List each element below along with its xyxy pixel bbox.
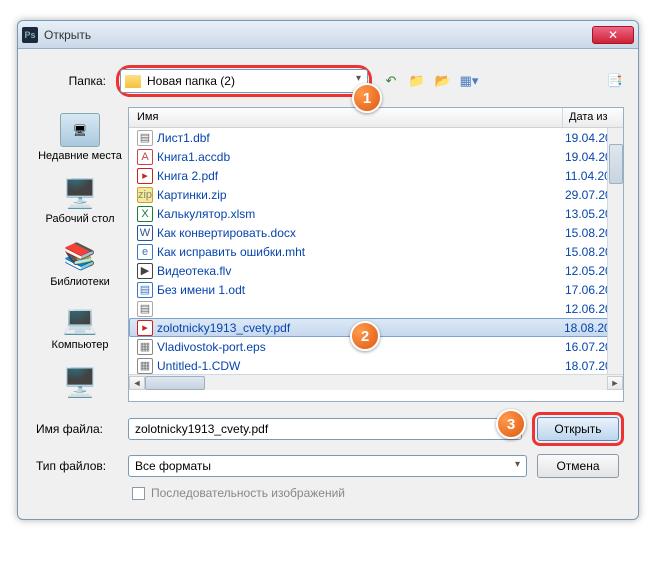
file-name: Книга1.accdb bbox=[157, 150, 565, 164]
place-network[interactable]: 🖥️ bbox=[32, 365, 128, 402]
filename-label: Имя файла: bbox=[32, 422, 128, 436]
annotation-bubble-3: 3 bbox=[496, 409, 526, 439]
sequence-label: Последовательность изображений bbox=[151, 486, 345, 500]
file-item[interactable]: ▸Книга 2.pdf11.04.20 bbox=[129, 166, 623, 185]
file-type-icon: A bbox=[137, 149, 153, 165]
file-name: Видеотека.flv bbox=[157, 264, 565, 278]
file-type-icon: ▤ bbox=[137, 282, 153, 298]
annotation-highlight-open: Открыть bbox=[532, 412, 624, 446]
place-computer[interactable]: 💻 Компьютер bbox=[32, 302, 128, 351]
cancel-button[interactable]: Отмена bbox=[537, 454, 619, 478]
file-item[interactable]: XКалькулятор.xlsm13.05.20 bbox=[129, 204, 623, 223]
file-name: Untitled-1.CDW bbox=[157, 359, 565, 373]
back-icon[interactable]: ↶ bbox=[382, 72, 400, 90]
file-type-icon: ▤ bbox=[137, 130, 153, 146]
col-date-header[interactable]: Дата из bbox=[563, 108, 623, 127]
filetype-combo[interactable]: Все форматы bbox=[128, 455, 527, 477]
folder-value: Новая папка (2) bbox=[147, 74, 235, 88]
file-name: Картинки.zip bbox=[157, 188, 565, 202]
file-type-icon: W bbox=[137, 225, 153, 241]
folder-icon bbox=[125, 75, 141, 88]
close-button[interactable]: ✕ bbox=[592, 26, 634, 44]
file-type-icon: ▤ bbox=[137, 301, 153, 317]
file-item[interactable]: ▦Untitled-1.CDW18.07.20 bbox=[129, 356, 623, 374]
file-type-icon: e bbox=[137, 244, 153, 260]
recent-icon: 🖥 bbox=[60, 113, 100, 147]
window-title: Открыть bbox=[44, 28, 91, 42]
file-item[interactable]: ▤Без имени 1.odt17.06.20 bbox=[129, 280, 623, 299]
file-name: Книга 2.pdf bbox=[157, 169, 565, 183]
folder-label: Папка: bbox=[32, 74, 116, 88]
views-icon[interactable]: ▦▾ bbox=[460, 72, 478, 90]
file-item[interactable]: zipКартинки.zip29.07.20 bbox=[129, 185, 623, 204]
annotation-bubble-1: 1 bbox=[352, 83, 382, 113]
libraries-icon: 📚 bbox=[60, 239, 100, 273]
app-icon: Ps bbox=[22, 27, 38, 43]
computer-icon: 💻 bbox=[60, 302, 100, 336]
annotation-bubble-2: 2 bbox=[350, 321, 380, 351]
file-type-icon: ▸ bbox=[137, 320, 153, 336]
file-type-icon: ▶ bbox=[137, 263, 153, 279]
file-list: Имя Дата из ▤Лист1.dbf19.04.20AКнига1.ac… bbox=[128, 107, 624, 402]
file-type-icon: ▦ bbox=[137, 339, 153, 355]
file-name: Калькулятор.xlsm bbox=[157, 207, 565, 221]
places-bar: 🖥 Недавние места 🖥️ Рабочий стол 📚 Библи… bbox=[32, 107, 128, 402]
open-dialog: Ps Открыть ✕ Папка: Новая папка (2) ↶ 📁 … bbox=[17, 20, 639, 520]
file-type-icon: zip bbox=[137, 187, 153, 203]
place-recent[interactable]: 🖥 Недавние места bbox=[32, 113, 128, 162]
place-libraries[interactable]: 📚 Библиотеки bbox=[32, 239, 128, 288]
up-one-level-icon[interactable]: 📁 bbox=[408, 72, 426, 90]
annotation-highlight-folder: Новая папка (2) bbox=[116, 65, 372, 97]
horizontal-scrollbar[interactable]: ◄► bbox=[129, 374, 623, 390]
file-item[interactable]: AКнига1.accdb19.04.20 bbox=[129, 147, 623, 166]
file-name: Без имени 1.odt bbox=[157, 283, 565, 297]
file-name: Лист1.dbf bbox=[157, 131, 565, 145]
file-item[interactable]: ▤12.06.20 bbox=[129, 299, 623, 318]
folder-combo[interactable]: Новая папка (2) bbox=[120, 69, 368, 93]
open-button[interactable]: Открыть bbox=[537, 417, 619, 441]
col-name-header[interactable]: Имя bbox=[129, 108, 563, 127]
settings-icon[interactable]: 📑 bbox=[606, 72, 624, 90]
filename-input[interactable]: zolotnicky1913_cvety.pdf bbox=[128, 418, 522, 440]
filetype-label: Тип файлов: bbox=[32, 459, 128, 473]
new-folder-icon[interactable]: 📂 bbox=[434, 72, 452, 90]
file-item[interactable]: WКак конвертировать.docx15.08.20 bbox=[129, 223, 623, 242]
file-item[interactable]: ▤Лист1.dbf19.04.20 bbox=[129, 128, 623, 147]
file-type-icon: X bbox=[137, 206, 153, 222]
network-icon: 🖥️ bbox=[60, 365, 100, 399]
file-name: Как исправить ошибки.mht bbox=[157, 245, 565, 259]
file-type-icon: ▸ bbox=[137, 168, 153, 184]
titlebar: Ps Открыть ✕ bbox=[18, 21, 638, 49]
desktop-icon: 🖥️ bbox=[60, 176, 100, 210]
file-name: Как конвертировать.docx bbox=[157, 226, 565, 240]
place-desktop[interactable]: 🖥️ Рабочий стол bbox=[32, 176, 128, 225]
sequence-checkbox[interactable] bbox=[132, 487, 145, 500]
file-type-icon: ▦ bbox=[137, 358, 153, 374]
vertical-scrollbar[interactable] bbox=[607, 128, 623, 374]
file-item[interactable]: ▶Видеотека.flv12.05.20 bbox=[129, 261, 623, 280]
file-item[interactable]: eКак исправить ошибки.mht15.08.20 bbox=[129, 242, 623, 261]
